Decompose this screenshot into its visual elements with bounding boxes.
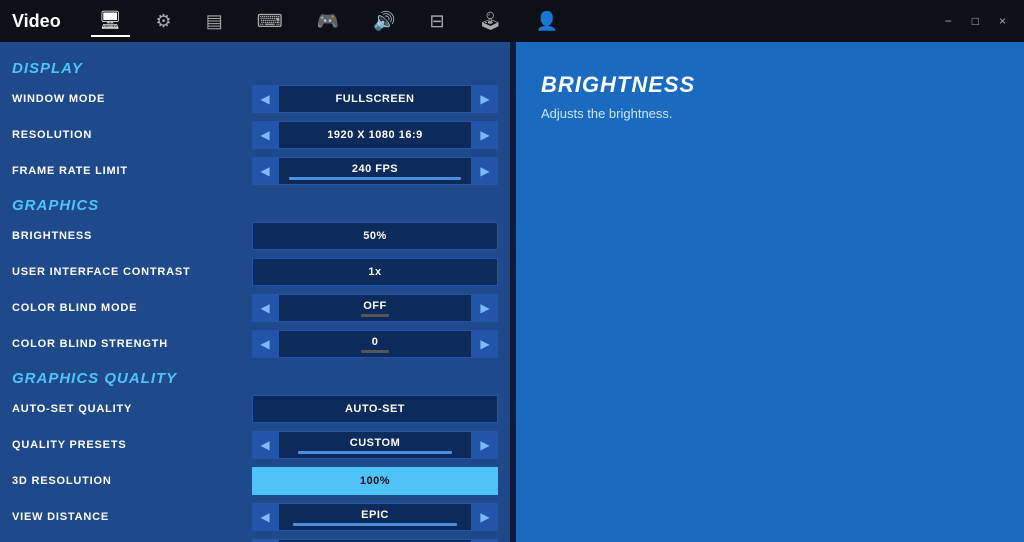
quality-presets-row: QUALITY PRESETS ◀ CUSTOM ▶: [0, 427, 510, 463]
resolution-right-arrow[interactable]: ▶: [472, 121, 498, 149]
resolution-label: RESOLUTION: [12, 129, 252, 141]
window-mode-control: ◀ FULLSCREEN ▶: [252, 85, 498, 113]
color-blind-mode-control: ◀ OFF ▶: [252, 294, 498, 322]
maximize-button[interactable]: □: [966, 12, 985, 30]
user-nav-icon[interactable]: 👤: [527, 7, 565, 36]
color-blind-mode-left-arrow[interactable]: ◀: [252, 294, 278, 322]
network-nav-icon[interactable]: ⊟: [422, 7, 453, 36]
resolution-left-arrow[interactable]: ◀: [252, 121, 278, 149]
shadows-row: SHADOWS ◀ OFF ▶: [0, 535, 510, 542]
view-distance-right-arrow[interactable]: ▶: [472, 503, 498, 531]
display-nav-icon[interactable]: ▤: [198, 7, 231, 36]
color-blind-strength-row: COLOR BLIND STRENGTH ◀ 0 ▶: [0, 326, 510, 362]
keyboard-nav-icon[interactable]: ⌨: [249, 7, 291, 36]
window-mode-value: FULLSCREEN: [278, 85, 472, 113]
view-distance-left-arrow[interactable]: ◀: [252, 503, 278, 531]
window-mode-label: WINDOW MODE: [12, 93, 252, 105]
left-panel: DISPLAY WINDOW MODE ◀ FULLSCREEN ▶ RESOL…: [0, 42, 510, 542]
ui-contrast-row: USER INTERFACE CONTRAST 1x: [0, 254, 510, 290]
graphics-quality-section-header: GRAPHICS QUALITY: [0, 362, 510, 391]
frame-rate-control: ◀ 240 FPS ▶: [252, 157, 498, 185]
frame-rate-right-arrow[interactable]: ▶: [472, 157, 498, 185]
frame-rate-value: 240 FPS: [278, 157, 472, 185]
window-mode-right-arrow[interactable]: ▶: [472, 85, 498, 113]
close-button[interactable]: ×: [993, 12, 1012, 30]
window-controls: − □ ×: [939, 12, 1012, 30]
title-bar: Video 🖥 ⚙ ▤ ⌨ 🎮 🔊 ⊟ 🕹 👤 − □ ×: [0, 0, 1024, 42]
brightness-control: 50%: [252, 222, 498, 250]
audio-nav-icon[interactable]: 🔊: [365, 7, 403, 36]
color-blind-strength-control: ◀ 0 ▶: [252, 330, 498, 358]
brightness-label: BRIGHTNESS: [12, 230, 252, 242]
view-distance-value: EPIC: [278, 503, 472, 531]
brightness-row: BRIGHTNESS 50%: [0, 218, 510, 254]
brightness-value: 50%: [252, 222, 498, 250]
controller-nav-icon[interactable]: 🎮: [309, 7, 347, 36]
auto-set-quality-value: AUTO-SET: [252, 395, 498, 423]
color-blind-mode-label: COLOR BLIND MODE: [12, 302, 252, 314]
info-panel-title: BRIGHTNESS: [541, 72, 999, 98]
auto-set-quality-row: AUTO-SET QUALITY AUTO-SET: [0, 391, 510, 427]
color-blind-strength-right-arrow[interactable]: ▶: [472, 330, 498, 358]
resolution-row: RESOLUTION ◀ 1920 X 1080 16:9 ▶: [0, 117, 510, 153]
view-distance-label: VIEW DISTANCE: [12, 511, 252, 523]
auto-set-quality-control: AUTO-SET: [252, 395, 498, 423]
3d-resolution-row: 3D RESOLUTION 100%: [0, 463, 510, 499]
right-panel: BRIGHTNESS Adjusts the brightness.: [516, 42, 1024, 542]
monitor-nav-icon[interactable]: 🖥: [91, 6, 130, 37]
ui-contrast-label: USER INTERFACE CONTRAST: [12, 266, 252, 278]
color-blind-mode-right-arrow[interactable]: ▶: [472, 294, 498, 322]
ui-contrast-value: 1x: [252, 258, 498, 286]
quality-presets-value: CUSTOM: [278, 431, 472, 459]
page-title: Video: [12, 11, 61, 32]
graphics-section-header: GRAPHICS: [0, 189, 510, 218]
auto-set-quality-label: AUTO-SET QUALITY: [12, 403, 252, 415]
window-mode-left-arrow[interactable]: ◀: [252, 85, 278, 113]
quality-presets-label: QUALITY PRESETS: [12, 439, 252, 451]
view-distance-row: VIEW DISTANCE ◀ EPIC ▶: [0, 499, 510, 535]
minimize-button[interactable]: −: [939, 12, 958, 30]
info-panel-description: Adjusts the brightness.: [541, 106, 999, 121]
ui-contrast-control: 1x: [252, 258, 498, 286]
resolution-control: ◀ 1920 X 1080 16:9 ▶: [252, 121, 498, 149]
frame-rate-left-arrow[interactable]: ◀: [252, 157, 278, 185]
quality-presets-control: ◀ CUSTOM ▶: [252, 431, 498, 459]
view-distance-control: ◀ EPIC ▶: [252, 503, 498, 531]
frame-rate-row: FRAME RATE LIMIT ◀ 240 FPS ▶: [0, 153, 510, 189]
window-mode-row: WINDOW MODE ◀ FULLSCREEN ▶: [0, 81, 510, 117]
color-blind-strength-label: COLOR BLIND STRENGTH: [12, 338, 252, 350]
3d-resolution-value: 100%: [252, 467, 498, 495]
color-blind-mode-value: OFF: [278, 294, 472, 322]
settings-nav-icon[interactable]: ⚙: [148, 7, 180, 36]
main-container: DISPLAY WINDOW MODE ◀ FULLSCREEN ▶ RESOL…: [0, 42, 1024, 542]
color-blind-strength-value: 0: [278, 330, 472, 358]
quality-presets-right-arrow[interactable]: ▶: [472, 431, 498, 459]
frame-rate-label: FRAME RATE LIMIT: [12, 165, 252, 177]
3d-resolution-control: 100%: [252, 467, 498, 495]
color-blind-mode-row: COLOR BLIND MODE ◀ OFF ▶: [0, 290, 510, 326]
color-blind-strength-left-arrow[interactable]: ◀: [252, 330, 278, 358]
quality-presets-left-arrow[interactable]: ◀: [252, 431, 278, 459]
nav-icons: 🖥 ⚙ ▤ ⌨ 🎮 🔊 ⊟ 🕹 👤: [91, 6, 566, 37]
resolution-value: 1920 X 1080 16:9: [278, 121, 472, 149]
gamepad-nav-icon[interactable]: 🕹: [471, 7, 510, 36]
display-section-header: DISPLAY: [0, 52, 510, 81]
3d-resolution-label: 3D RESOLUTION: [12, 475, 252, 487]
